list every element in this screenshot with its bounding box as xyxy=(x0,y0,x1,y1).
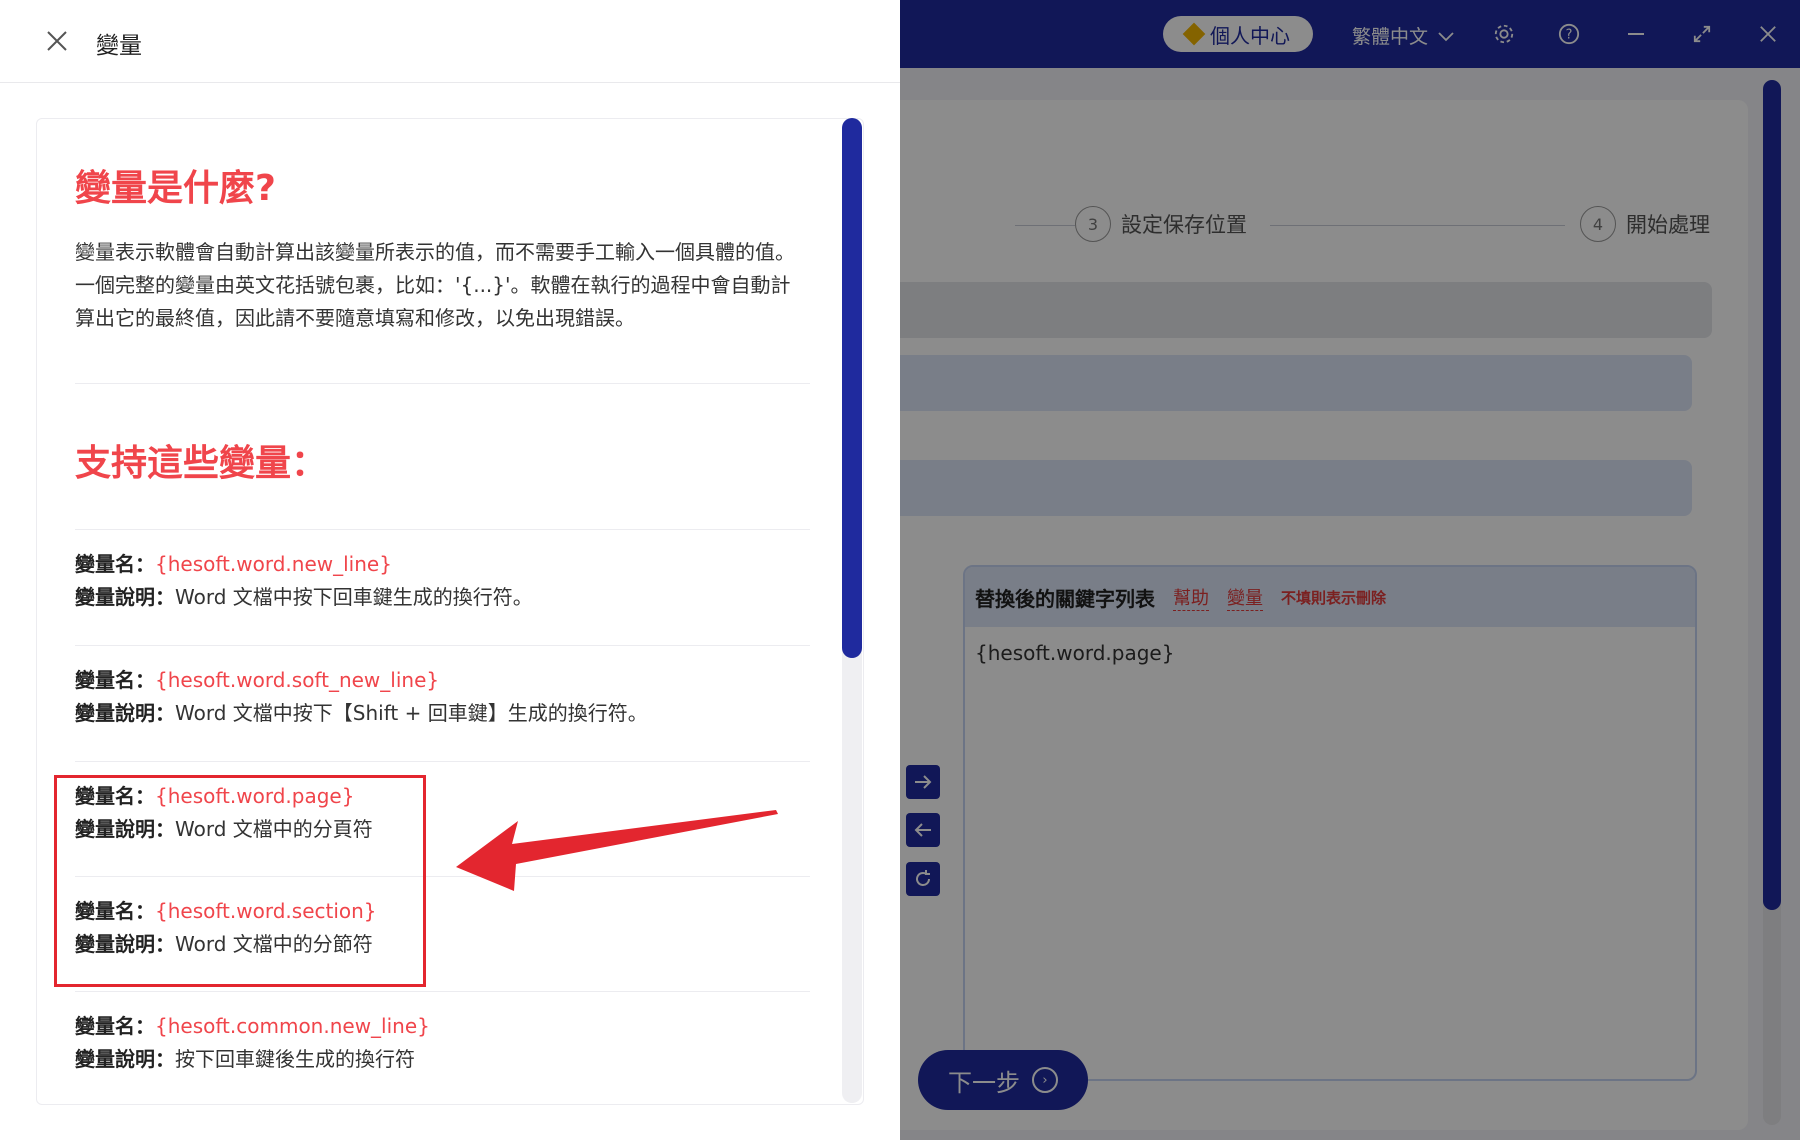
variable-name: {hesoft.common.new_line} xyxy=(155,1014,430,1038)
divider xyxy=(75,761,810,762)
divider xyxy=(75,645,810,646)
variable-name-label: 變量名： xyxy=(75,668,155,692)
variable-item: 變量名：{hesoft.word.soft_new_line} 變量說明：Wor… xyxy=(75,664,810,730)
divider xyxy=(75,991,810,992)
drawer-header: 變量 xyxy=(0,0,900,83)
variable-description: 按下回車鍵後生成的換行符 xyxy=(175,1047,415,1071)
highlight-box xyxy=(54,775,426,987)
drawer-scrollbar-thumb[interactable] xyxy=(842,118,862,658)
variable-name: {hesoft.word.soft_new_line} xyxy=(155,668,440,692)
drawer-title: 變量 xyxy=(96,33,142,59)
variable-description: Word 文檔中按下【Shift + 回車鍵】生成的換行符。 xyxy=(175,701,648,725)
annotation-arrow xyxy=(456,810,778,891)
variable-drawer: 變量 變量是什麼? 變量表示軟體會自動計算出該變量所表示的值，而不需要手工輸入一… xyxy=(0,0,900,1140)
divider xyxy=(75,383,810,384)
variable-item: 變量名：{hesoft.common.new_line} 變量說明：按下回車鍵後… xyxy=(75,1010,810,1076)
close-icon[interactable] xyxy=(40,24,74,58)
divider xyxy=(75,529,810,530)
variable-desc-label: 變量說明： xyxy=(75,585,175,609)
variable-item: 變量名：{hesoft.word.new_line} 變量說明：Word 文檔中… xyxy=(75,548,810,614)
variable-desc-label: 變量說明： xyxy=(75,1047,175,1071)
supported-variables-heading: 支持這些變量： xyxy=(75,443,328,484)
variable-desc-label: 變量說明： xyxy=(75,701,175,725)
variable-name-label: 變量名： xyxy=(75,552,155,576)
variable-description: Word 文檔中按下回車鍵生成的換行符。 xyxy=(175,585,533,609)
variable-name: {hesoft.word.new_line} xyxy=(155,552,392,576)
variable-name-label: 變量名： xyxy=(75,1014,155,1038)
intro-paragraph: 變量表示軟體會自動計算出該變量所表示的值，而不需要手工輸入一個具體的值。一個完整… xyxy=(75,240,795,330)
what-is-variable-heading: 變量是什麼? xyxy=(75,168,276,209)
